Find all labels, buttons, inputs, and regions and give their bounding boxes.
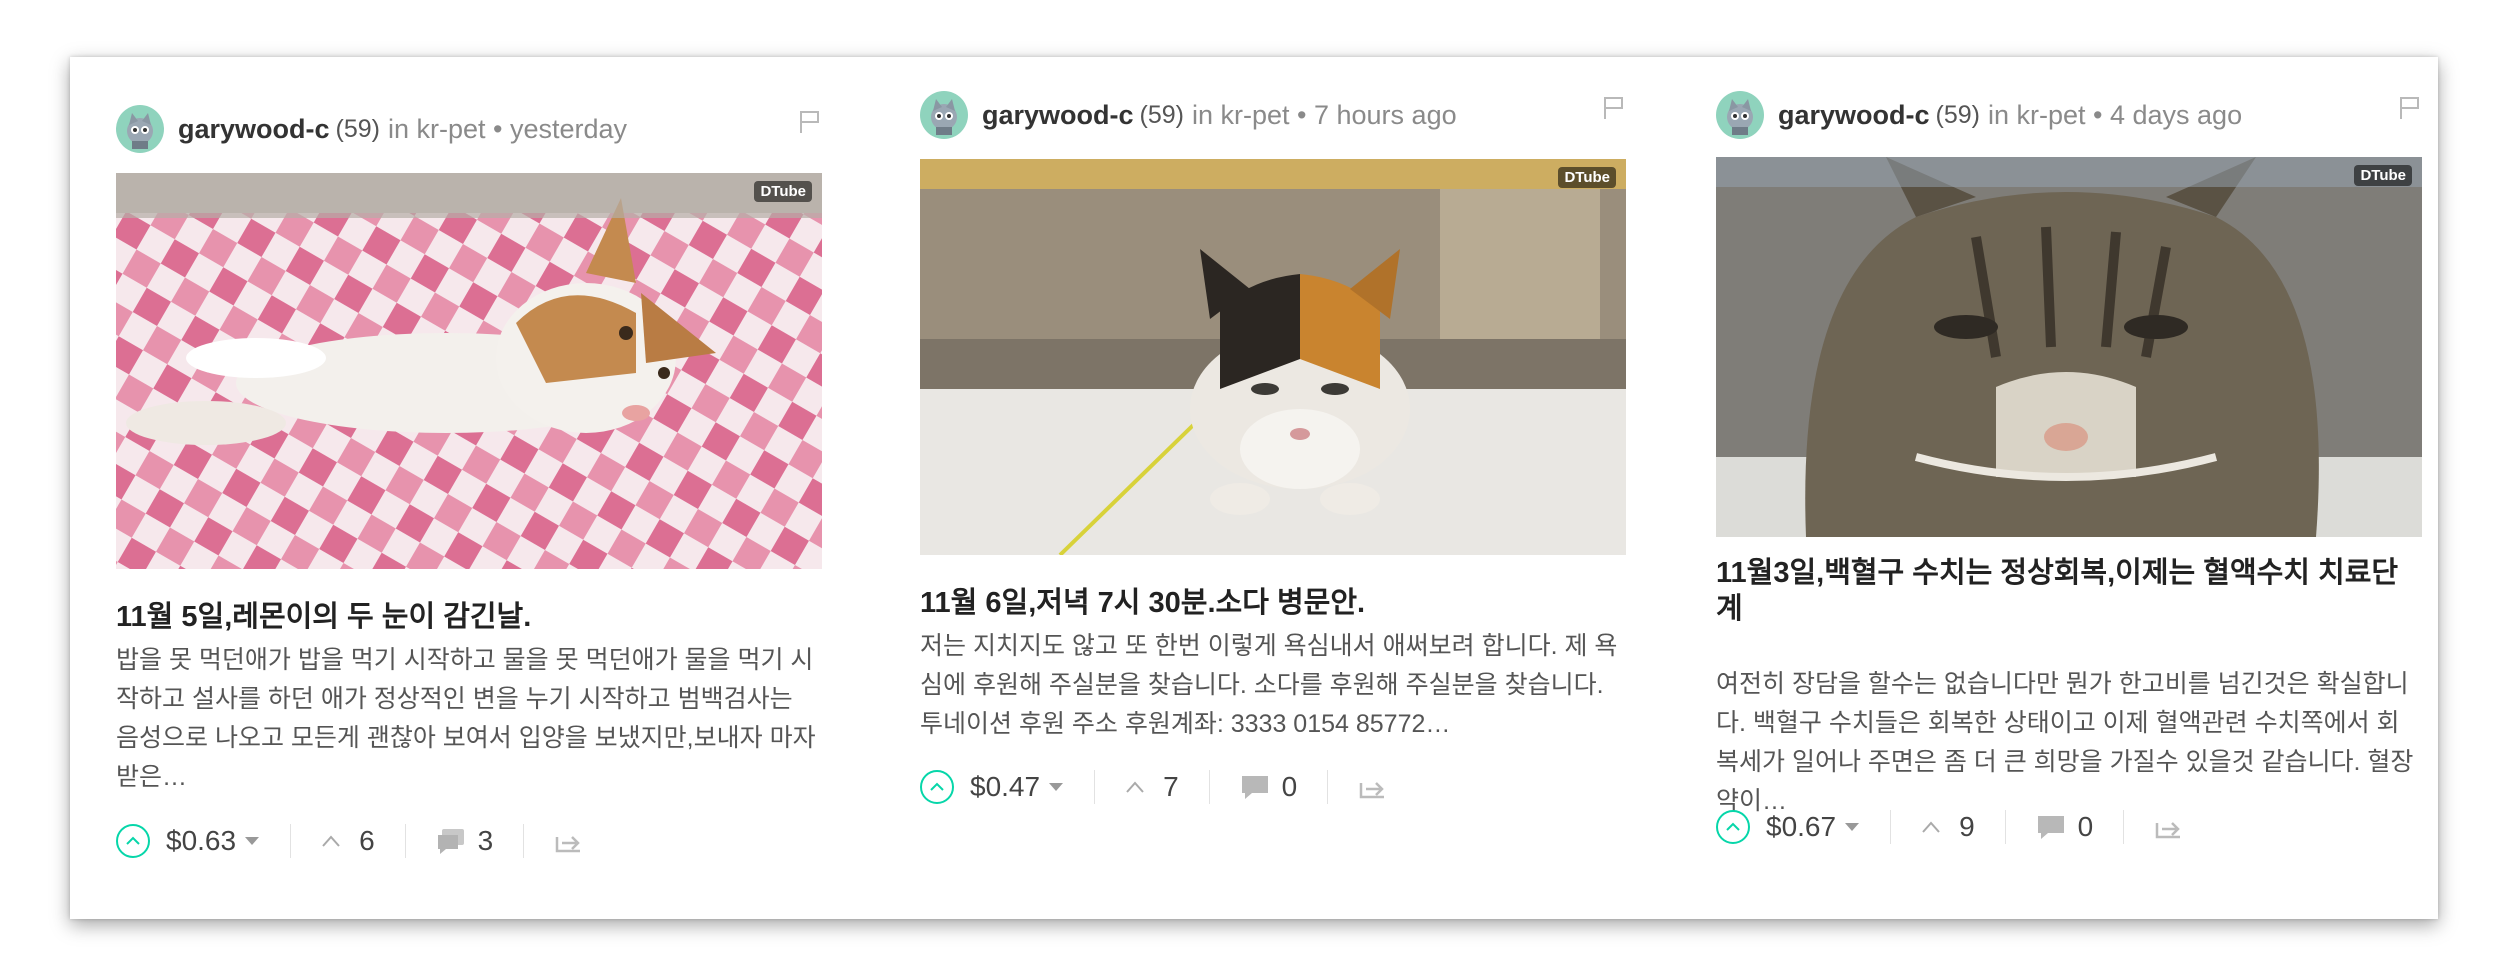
post-footer: $0.47 7 0 [920,765,1626,809]
author-reputation: (59) [335,114,380,143]
post-card: garywood-c (59) in kr-pet • 4 days ago D… [1716,89,2422,889]
divider [2123,810,2125,844]
avatar[interactable] [116,105,164,153]
author-reputation: (59) [1935,100,1980,129]
post-title[interactable]: 11월 5일,레몬이의 두 눈이 감긴날. [116,599,822,635]
upvote-chevron-icon[interactable] [321,834,341,848]
divider [1890,810,1892,844]
vote-count[interactable]: 6 [359,825,375,857]
caret-down-icon[interactable] [1048,782,1064,792]
post-excerpt[interactable]: 저는 지치지도 않고 또 한번 이렇게 욕심내서 애써보려 합니다. 제 욕심에… [920,627,1626,744]
post-card: garywood-c (59) in kr-pet • yesterday DT… [116,103,822,903]
post-title[interactable]: 11월 6일,저녁 7시 30분.소다 병문안. [920,585,1626,621]
divider [1208,770,1210,804]
divider [404,824,406,858]
upvote-chevron-icon[interactable] [1921,820,1941,834]
post-card: garywood-c (59) in kr-pet • 7 hours ago [920,89,1626,889]
vote-count[interactable]: 9 [1959,811,1975,843]
flag-icon[interactable] [1602,95,1626,121]
vote-count[interactable]: 7 [1163,771,1179,803]
dtube-badge: DTube [1558,167,1616,188]
author-link[interactable]: garywood-c [982,100,1134,131]
post-title[interactable]: 11월3일,백혈구 수치는 정상회복,이제는 혈액수치 치료단계 [1716,555,2422,627]
post-meta[interactable]: in kr-pet • 7 hours ago [1192,100,1457,131]
post-thumbnail[interactable]: DTube [116,173,822,569]
payout-value[interactable]: $0.67 [1766,811,1836,843]
post-thumbnail[interactable]: DTube [920,159,1626,555]
divider [2004,810,2006,844]
avatar[interactable] [1716,91,1764,139]
upvote-chevron-icon[interactable] [1125,780,1145,794]
dtube-badge: DTube [754,181,812,202]
post-meta[interactable]: in kr-pet • 4 days ago [1988,100,2242,131]
post-meta[interactable]: in kr-pet • yesterday [388,114,627,145]
post-footer: $0.67 9 0 [1716,805,2422,849]
post-footer: $0.63 6 3 [116,819,822,863]
resteem-icon[interactable] [1358,775,1388,799]
caret-down-icon[interactable] [244,836,260,846]
comment-count[interactable]: 0 [1282,771,1298,803]
author-link[interactable]: garywood-c [1778,100,1930,131]
dtube-badge: DTube [2354,165,2412,186]
comment-icon[interactable] [2036,813,2066,841]
flag-icon[interactable] [798,109,822,135]
resteem-icon[interactable] [2154,815,2184,839]
payout-value[interactable]: $0.47 [970,771,1040,803]
author-link[interactable]: garywood-c [178,114,330,145]
post-thumbnail[interactable]: DTube [1716,157,2422,537]
post-excerpt[interactable]: 밥을 못 먹던애가 밥을 먹기 시작하고 물을 못 먹던애가 물을 먹기 시작하… [116,641,822,797]
comment-icon[interactable] [436,827,466,855]
payout-value[interactable]: $0.63 [166,825,236,857]
avatar[interactable] [920,91,968,139]
divider [523,824,525,858]
post-header: garywood-c (59) in kr-pet • 7 hours ago [920,89,1626,141]
caret-down-icon[interactable] [1844,822,1860,832]
upvote-circle-icon[interactable] [116,824,150,858]
feed-frame: garywood-c (59) in kr-pet • yesterday DT… [70,57,2438,919]
author-reputation: (59) [1139,100,1184,129]
upvote-circle-icon[interactable] [1716,810,1750,844]
flag-icon[interactable] [2398,95,2422,121]
divider [290,824,292,858]
post-excerpt[interactable]: 여전히 장담을 할수는 없습니다만 뭔가 한고비를 넘긴것은 확실합니다. 백혈… [1716,665,2422,821]
resteem-icon[interactable] [554,829,584,853]
comment-count[interactable]: 3 [478,825,494,857]
post-header: garywood-c (59) in kr-pet • yesterday [116,103,822,155]
post-header: garywood-c (59) in kr-pet • 4 days ago [1716,89,2422,141]
divider [1327,770,1329,804]
upvote-circle-icon[interactable] [920,770,954,804]
divider [1094,770,1096,804]
comment-count[interactable]: 0 [2078,811,2094,843]
comment-icon[interactable] [1240,773,1270,801]
